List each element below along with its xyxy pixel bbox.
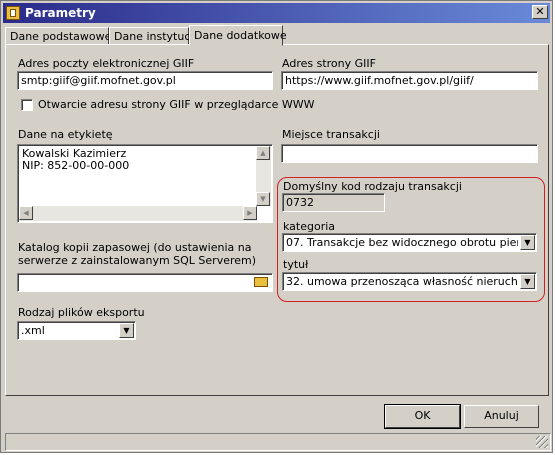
email-field[interactable]: smtp:giif@giif.mofnet.gov.pl — [17, 71, 273, 90]
chevron-down-icon[interactable]: ▼ — [520, 274, 535, 289]
label-data-textarea[interactable]: Kowalski Kazimierz NIP: 852-00-00-000 ▲ … — [17, 144, 273, 223]
export-label: Rodzaj plików eksportu — [18, 306, 145, 319]
folder-open-icon[interactable] — [254, 277, 268, 287]
place-label: Miejsce transakcji — [282, 128, 380, 141]
chevron-down-icon[interactable]: ▼ — [520, 235, 535, 250]
tab-dane-instytucji[interactable]: Dane instytucji — [109, 27, 196, 45]
horizontal-scrollbar[interactable]: ◀ ▶ — [19, 206, 257, 221]
scroll-right-icon[interactable]: ▶ — [243, 206, 257, 220]
category-label: kategoria — [283, 220, 336, 233]
backup-label-line1: Katalog kopii zapasowej (do ustawienia n… — [18, 241, 252, 254]
tab-dane-podstawowe[interactable]: Dane podstawowe — [5, 27, 111, 45]
category-selected: 07. Transakcje bez widocznego obrotu pie… — [286, 236, 518, 249]
app-icon — [6, 6, 20, 20]
title-select[interactable]: 32. umowa przenosząca własność nieruchom… — [282, 272, 537, 291]
window-title: Parametry — [25, 6, 96, 20]
category-select[interactable]: 07. Transakcje bez widocznego obrotu pie… — [282, 233, 537, 252]
label-data-label: Dane na etykietę — [18, 128, 113, 141]
default-code-field: 0732 — [282, 193, 385, 212]
cancel-button[interactable]: Anuluj — [464, 405, 539, 428]
chevron-down-icon[interactable]: ▼ — [119, 323, 134, 338]
parametry-window: Parametry ✕ Dane podstawowe Dane instytu… — [0, 0, 553, 453]
backup-folder-field[interactable] — [17, 273, 273, 292]
scroll-up-icon[interactable]: ▲ — [256, 146, 270, 160]
open-www-label: Otwarcie adresu strony GIIF w przeglądar… — [38, 98, 315, 111]
title-label: tytuł — [283, 258, 309, 271]
www-label: Adres strony GIIF — [282, 57, 376, 70]
scroll-down-icon[interactable]: ▼ — [256, 192, 270, 206]
resize-grip-icon[interactable] — [536, 436, 548, 448]
www-field[interactable]: https://www.giif.mofnet.gov.pl/giif/ — [281, 71, 538, 90]
status-bar — [5, 433, 551, 451]
email-label: Adres poczty elektronicznej GIIF — [18, 57, 195, 70]
ok-button[interactable]: OK — [384, 404, 461, 429]
title-bar[interactable]: Parametry ✕ — [3, 3, 550, 23]
scroll-left-icon[interactable]: ◀ — [19, 206, 33, 220]
export-type-select[interactable]: .xml ▼ — [17, 321, 136, 340]
default-code-label: Domyślny kod rodzaju transakcji — [283, 180, 462, 193]
vertical-scrollbar[interactable]: ▲ ▼ — [256, 146, 271, 206]
label-data-line-2: NIP: 852-00-00-000 — [22, 159, 130, 172]
open-www-checkbox[interactable] — [21, 99, 33, 111]
close-button[interactable]: ✕ — [532, 5, 548, 19]
export-type-selected: .xml — [21, 324, 45, 337]
title-selected: 32. umowa przenosząca własność nieruchom… — [286, 275, 518, 288]
tab-dane-dodatkowe[interactable]: Dane dodatkowe — [189, 25, 287, 46]
backup-label-line2: serwerze z zainstalowanym SQL Serverem) — [18, 254, 257, 267]
place-field[interactable] — [281, 144, 538, 163]
label-data-text: Kowalski Kazimierz NIP: 852-00-00-000 — [22, 148, 129, 172]
